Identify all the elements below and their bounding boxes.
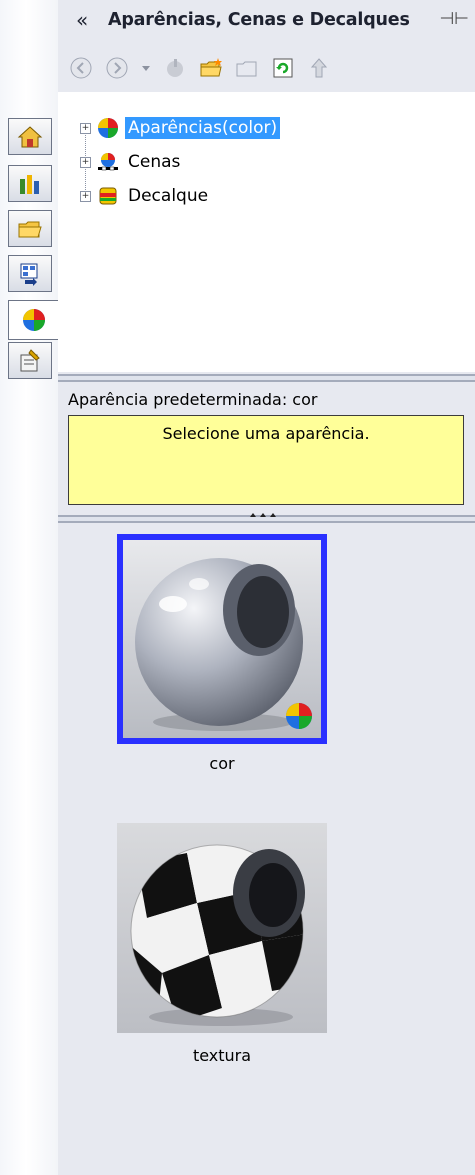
add-to-library-button[interactable] [162,55,188,81]
up-arrow-icon [310,58,328,78]
appearances-task-pane: « Aparências, Cenas e Decalques ⊣⊢ + Apa… [58,0,475,1175]
tree-item-label: Cenas [128,152,181,172]
tab-design-library[interactable] [8,165,52,202]
selection-message-box: Selecione uma aparência. [68,415,464,505]
appearance-tree: + Aparências(color) + Cenas + Decalque [58,92,475,372]
thumbnail-caption: textura [192,1046,252,1065]
new-folder-icon [200,58,222,77]
gloss-sphere-image [123,540,321,738]
checker-sphere-image [117,823,327,1033]
tree-item-appearances[interactable]: + Aparências(color) [80,114,281,142]
default-appearance-label: Aparência predeterminada: cor [68,390,318,409]
thumbnail-texture[interactable] [117,823,327,1033]
tree-item-scenes[interactable]: + Cenas [80,148,183,176]
design-library-icon [20,174,39,194]
home-icon [17,125,43,147]
splitter-grip-icon [250,513,276,517]
tree-item-label: Aparências(color) [125,117,281,139]
appearance-ball-icon [23,309,45,331]
forward-button[interactable] [104,55,130,81]
refresh-icon [273,58,293,78]
pane-title: Aparências, Cenas e Decalques [108,10,410,30]
back-button[interactable] [68,55,94,81]
add-existing-folder-button[interactable] [234,55,260,81]
pane-toolbar [68,52,332,84]
expand-icon[interactable]: + [80,156,91,168]
dropdown-caret-icon [142,66,150,71]
pane-title-bar: « Aparências, Cenas e Decalques ⊣⊢ [58,0,475,40]
tab-view-palette[interactable] [8,255,52,292]
add-folder-button[interactable] [198,55,224,81]
tab-custom-properties[interactable] [8,342,52,379]
folder-icon [18,221,42,237]
appearance-ball-icon [98,118,118,138]
expand-icon[interactable]: + [80,122,91,134]
scene-icon [98,153,118,171]
refresh-button[interactable] [270,55,296,81]
preview-splitter[interactable] [58,513,475,523]
collapse-chevron-icon[interactable]: « [76,8,104,32]
forward-arrow-icon [106,57,128,79]
custom-properties-icon [20,348,40,371]
thumbnail-color[interactable] [117,534,327,744]
decal-icon [99,187,117,205]
tab-home[interactable] [8,118,52,155]
thumbnail-caption: cor [209,754,235,773]
tree-item-decals[interactable]: + Decalque [80,182,211,210]
view-palette-icon [20,263,38,286]
tree-item-label: Decalque [128,186,209,206]
task-pane-tab-strip [0,0,59,1175]
up-one-level-button[interactable] [306,55,332,81]
tab-appearances-scenes[interactable] [8,300,59,340]
appearance-thumbnail-list: cor textura [58,528,475,1175]
tree-splitter[interactable] [58,374,475,382]
history-dropdown[interactable] [140,55,152,81]
expand-icon[interactable]: + [80,190,91,202]
pin-icon[interactable]: ⊣⊢ [439,9,469,29]
add-to-library-icon [167,59,183,77]
selection-message: Selecione uma aparência. [162,424,370,443]
back-arrow-icon [70,57,92,79]
tab-file-explorer[interactable] [8,210,52,247]
folder-outline-icon [236,61,257,77]
